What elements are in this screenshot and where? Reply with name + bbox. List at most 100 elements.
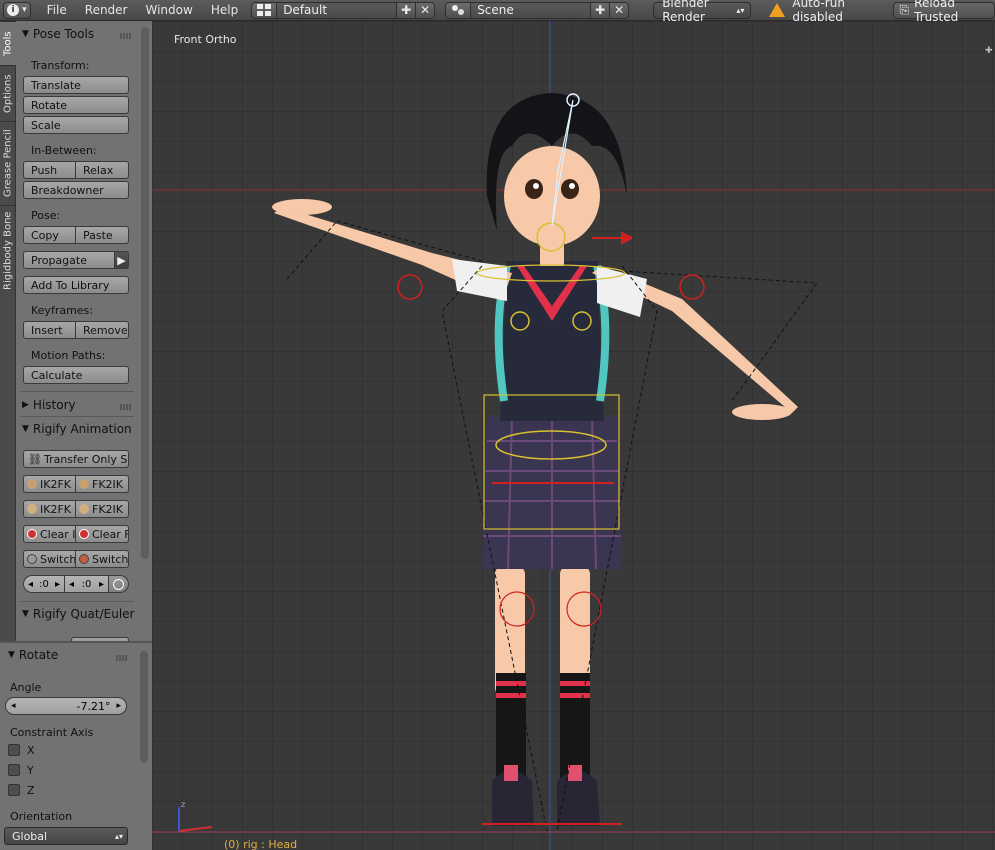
- motion-paths-label: Motion Paths:: [31, 349, 106, 362]
- frame-start-value: :0: [39, 578, 49, 590]
- snap-icon: [79, 479, 89, 489]
- transfer-only-selected-button[interactable]: ⛓ Transfer Only S...: [23, 450, 129, 468]
- rigify-animation-header[interactable]: ▼ Rigify Animation: [22, 422, 138, 436]
- angle-field[interactable]: ◂ -7.21° ▸: [5, 697, 127, 715]
- keyframe-snap-icon: [27, 504, 37, 514]
- panel-grip-icon[interactable]: [116, 655, 128, 661]
- tab-options[interactable]: Options: [0, 65, 16, 121]
- top-menu-bar: i ▾ File Render Window Help Default ✚ ✕ S…: [0, 0, 995, 24]
- switch-button-2[interactable]: Switch: [76, 550, 129, 568]
- reload-icon: ⎘: [899, 2, 910, 17]
- add-layout-icon[interactable]: ✚: [397, 1, 417, 19]
- 3d-viewport[interactable]: z Front Ortho (0) rig : Head ✚: [152, 21, 995, 850]
- clear-icon: [27, 529, 37, 539]
- collapse-down-icon: ▼: [22, 424, 29, 434]
- remove-scene-icon[interactable]: ✕: [610, 1, 630, 19]
- remove-keyframe-button[interactable]: Remove: [76, 321, 129, 339]
- rotate-operator-header[interactable]: ▼ Rotate: [8, 648, 58, 662]
- menu-render[interactable]: Render: [76, 3, 137, 17]
- calculate-button[interactable]: Calculate: [23, 366, 129, 384]
- switch-button-1[interactable]: Switch: [23, 550, 76, 568]
- copy-pose-button[interactable]: Copy: [23, 226, 76, 244]
- editor-type-button[interactable]: i ▾: [3, 1, 31, 19]
- reload-trusted-button[interactable]: ⎘ Reload Trusted: [892, 0, 995, 24]
- tab-tools[interactable]: Tools: [0, 21, 16, 65]
- scale-button[interactable]: Scale: [23, 116, 129, 134]
- propagate-options-icon[interactable]: ▶: [115, 251, 129, 269]
- panel-grip-icon[interactable]: [120, 33, 132, 39]
- menu-window[interactable]: Window: [137, 3, 202, 17]
- propagate-button[interactable]: Propagate: [23, 251, 115, 269]
- pose-tools-header[interactable]: ▼ Pose Tools: [22, 27, 94, 41]
- increment-icon: ▸: [98, 578, 104, 590]
- keyframe-snap-icon: [79, 504, 89, 514]
- frame-end-value: :0: [81, 578, 92, 590]
- axis-x-checkbox[interactable]: [8, 744, 20, 756]
- clear-ik-button[interactable]: Clear I: [23, 525, 76, 543]
- relax-button[interactable]: Relax: [76, 161, 129, 179]
- add-to-library-button[interactable]: Add To Library: [23, 276, 129, 294]
- clear-fk-label: Clear F: [92, 527, 129, 541]
- ik2fk-button-1[interactable]: IK2FK: [23, 475, 76, 493]
- frame-start-field[interactable]: ◂ :0 ▸: [23, 575, 65, 593]
- pose-tools-title: Pose Tools: [32, 27, 95, 41]
- translate-button[interactable]: Translate: [23, 76, 129, 94]
- panel-divider: [20, 391, 134, 392]
- fk2ik-label: FK2IK: [92, 477, 123, 491]
- axis-y-checkbox[interactable]: [8, 764, 20, 776]
- axis-x-label: X: [27, 744, 35, 757]
- angle-value: -7.21°: [76, 699, 111, 713]
- rotate-button[interactable]: Rotate: [23, 96, 129, 114]
- orientation-label: Orientation: [10, 810, 73, 823]
- info-icon: i: [7, 4, 20, 16]
- insert-keyframe-button[interactable]: Insert: [23, 321, 76, 339]
- rigify-animation-title: Rigify Animation: [32, 422, 132, 436]
- snap-icon: [27, 479, 37, 489]
- clear-ik-label: Clear I: [40, 527, 76, 541]
- frame-range-clock-icon[interactable]: [109, 575, 129, 593]
- scene-name-field[interactable]: Scene: [471, 1, 592, 19]
- fk2ik-button-1[interactable]: FK2IK: [76, 475, 129, 493]
- scene-selector: Scene ✚ ✕: [445, 1, 630, 19]
- push-button[interactable]: Push: [23, 161, 76, 179]
- angle-label: Angle: [10, 681, 42, 694]
- pose-label: Pose:: [31, 209, 61, 222]
- menu-help[interactable]: Help: [202, 3, 247, 17]
- tool-shelf-scrollbar[interactable]: [141, 27, 149, 559]
- decrement-icon: ◂: [69, 578, 75, 590]
- tab-rigidbody-bone[interactable]: Rigidbody Bone: [0, 205, 16, 295]
- clear-fk-button[interactable]: Clear F: [76, 525, 129, 543]
- orientation-select[interactable]: Global ▴▾: [4, 827, 128, 845]
- ik2fk-label: IK2FK: [40, 502, 71, 516]
- frame-end-field[interactable]: ◂ :0 ▸: [65, 575, 109, 593]
- transfer-icon: ⛓: [28, 452, 42, 466]
- tab-grease-pencil[interactable]: Grease Pencil: [0, 121, 16, 205]
- ik2fk-button-2[interactable]: IK2FK: [23, 500, 76, 518]
- fk2ik-label: FK2IK: [92, 502, 123, 516]
- layout-selector: Default ✚ ✕: [251, 1, 436, 19]
- scene-icon[interactable]: [445, 1, 472, 19]
- layout-name-field[interactable]: Default: [277, 1, 398, 19]
- axis-z-checkbox[interactable]: [8, 784, 20, 796]
- ik2fk-label: IK2FK: [40, 477, 71, 491]
- paste-pose-button[interactable]: Paste: [76, 226, 129, 244]
- layout-icon[interactable]: [251, 1, 278, 19]
- render-engine-select[interactable]: Blender Render ▴▾: [653, 0, 752, 24]
- decrement-icon: ◂: [11, 701, 16, 711]
- switch-label: Switch: [40, 552, 76, 566]
- fk2ik-button-2[interactable]: FK2IK: [76, 500, 129, 518]
- breakdowner-button[interactable]: Breakdowner: [23, 181, 129, 199]
- panel-grip-icon[interactable]: [120, 404, 132, 410]
- axis-z-label: Z: [27, 784, 35, 797]
- collapse-down-icon: ▼: [8, 650, 15, 660]
- rigify-quat-euler-header[interactable]: ▼ Rigify Quat/Euler: [22, 607, 138, 621]
- remove-layout-icon[interactable]: ✕: [416, 1, 436, 19]
- add-scene-icon[interactable]: ✚: [591, 1, 611, 19]
- viewport-corner-icon[interactable]: ✚: [985, 47, 993, 56]
- view-label: Front Ortho: [174, 33, 237, 46]
- menu-file[interactable]: File: [38, 3, 76, 17]
- history-header[interactable]: ▶ History: [22, 398, 76, 412]
- operator-panel-scrollbar[interactable]: [140, 651, 148, 763]
- rotate-operator-title: Rotate: [18, 648, 59, 662]
- rigify-quat-euler-title: Rigify Quat/Euler: [32, 607, 135, 621]
